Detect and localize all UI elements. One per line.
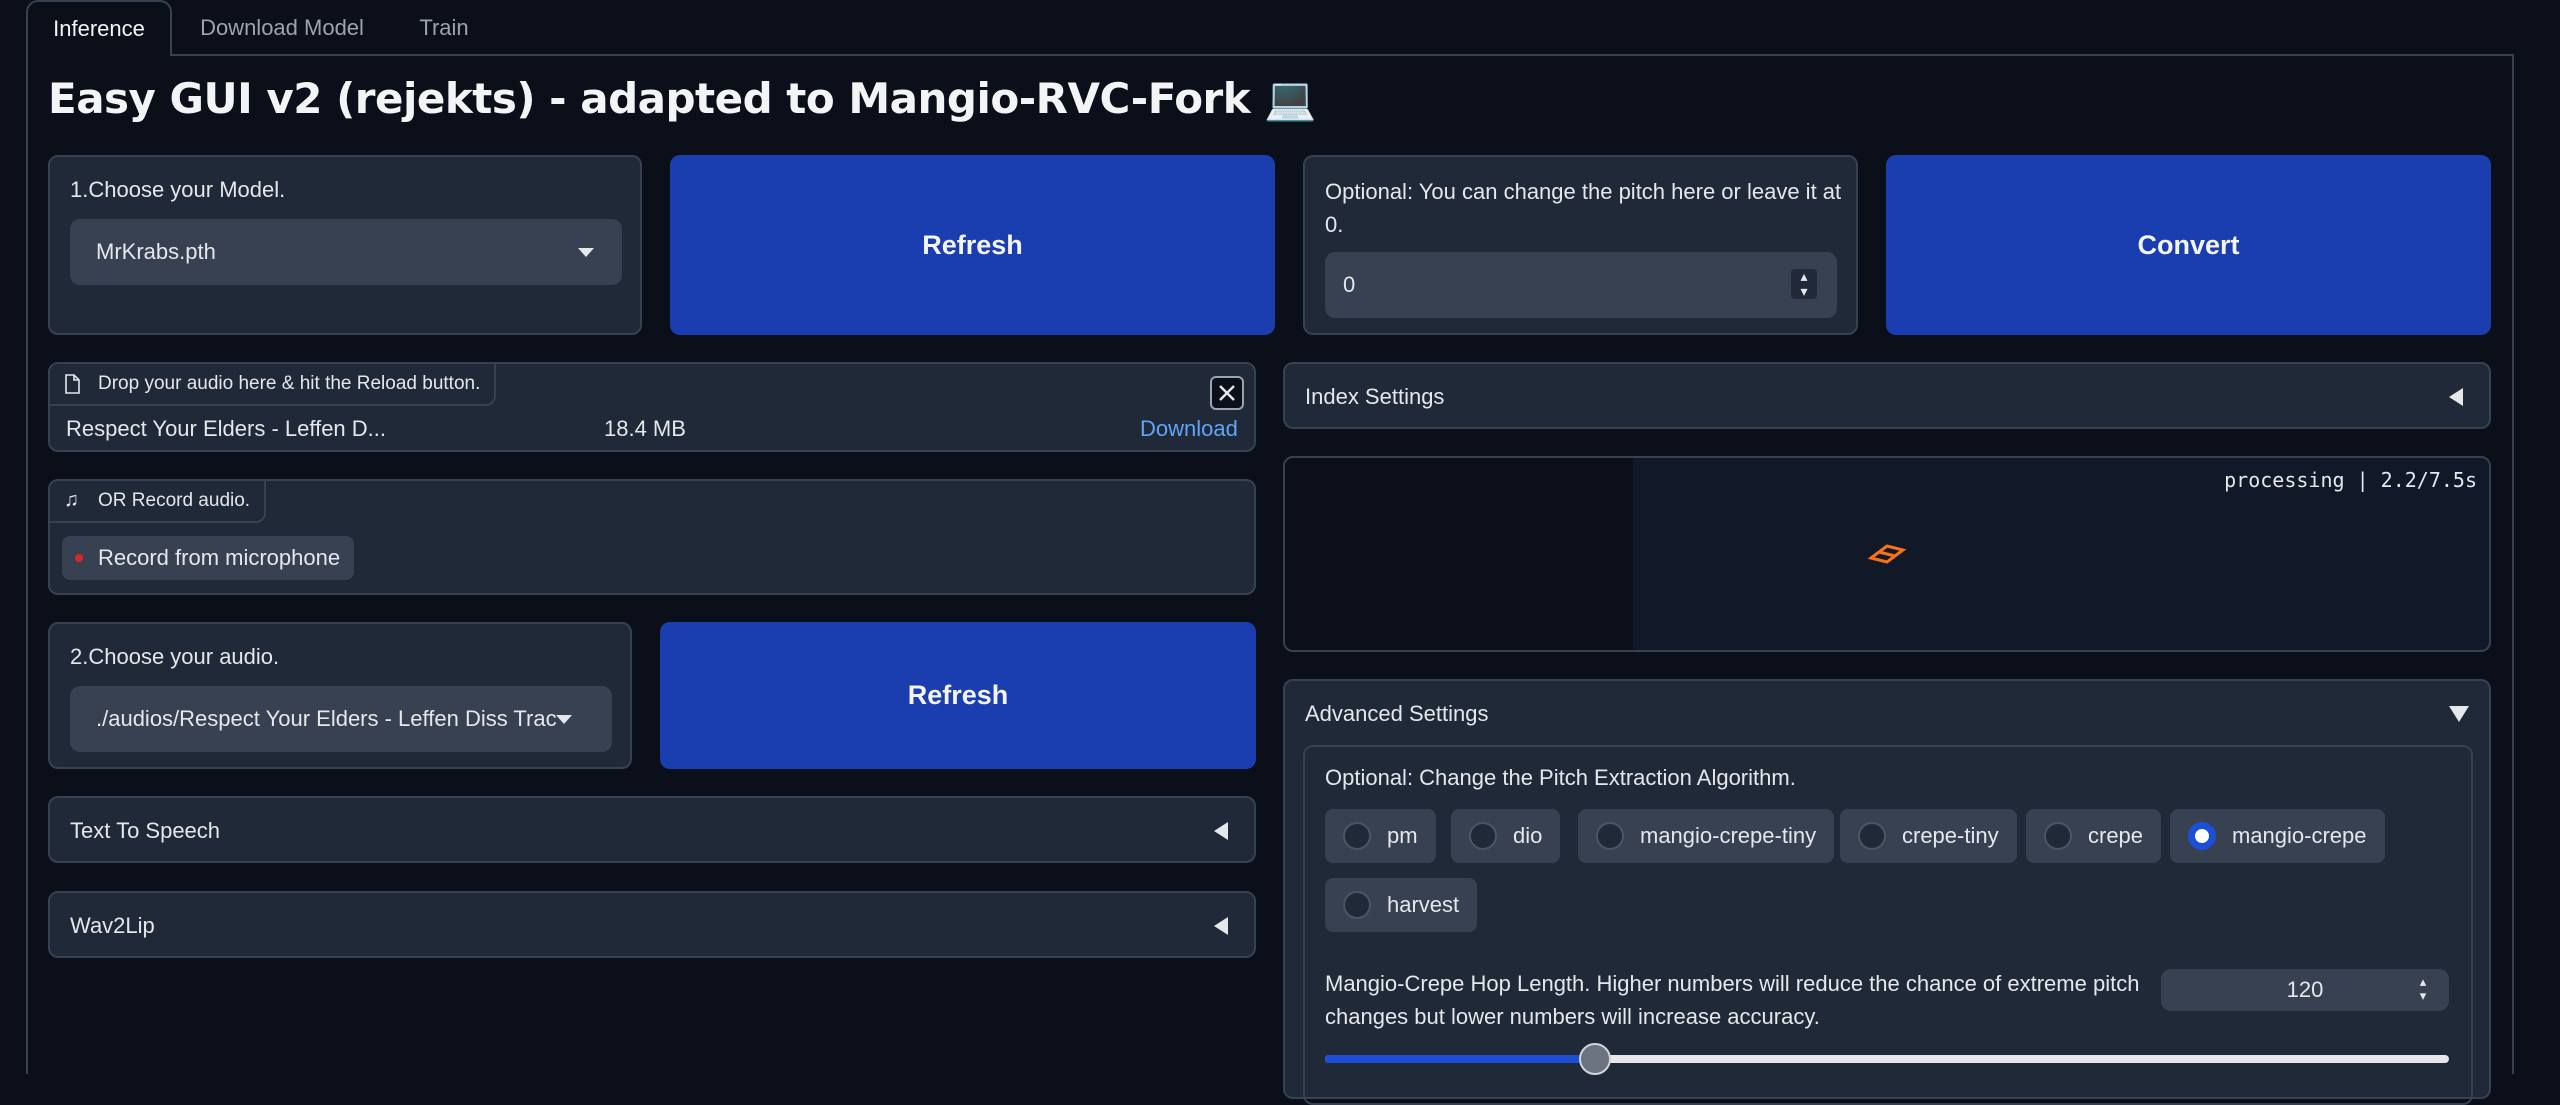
processing-progress-area (1285, 458, 1633, 650)
hop-length-slider-thumb[interactable] (1579, 1043, 1611, 1075)
radio-dio[interactable]: dio (1451, 809, 1561, 863)
upload-label: Drop your audio here & hit the Reload bu… (98, 373, 481, 394)
advanced-settings-label[interactable]: Advanced Settings (1305, 701, 1488, 727)
record-button-label: Record from microphone (98, 545, 341, 570)
index-settings-accordion[interactable]: Index Settings (1283, 362, 2491, 429)
radio-dot (1343, 822, 1371, 850)
radio-crepe-label: crepe (2088, 823, 2144, 848)
advanced-settings-accordion: Advanced Settings Optional: Change the P… (1283, 679, 2491, 1105)
radio-dot-selected (2188, 822, 2216, 850)
page-title: Easy GUI v2 (rejekts) - adapted to Mangi… (48, 74, 1317, 123)
stepper-icon[interactable]: ▴ ▾ (2411, 975, 2435, 1005)
radio-dio-label: dio (1513, 823, 1543, 848)
download-link[interactable]: Download (1140, 416, 1238, 442)
model-panel: 1.Choose your Model. MrKrabs.pth (48, 155, 642, 335)
radio-mangio-crepe-tiny-label: mangio-crepe-tiny (1640, 823, 1817, 848)
hop-length-label: Mangio-Crepe Hop Length. Higher numbers … (1325, 971, 2140, 1029)
radio-crepe[interactable]: crepe (2026, 809, 2162, 863)
model-dropdown[interactable]: MrKrabs.pth (70, 219, 622, 285)
file-icon (65, 374, 80, 394)
processing-status: processing | 2.2/7.5s (2224, 468, 2477, 492)
text-to-speech-accordion[interactable]: Text To Speech (48, 796, 1256, 863)
uploaded-file-name: Respect Your Elders - Leffen D... (66, 416, 386, 441)
pitch-label: Optional: You can change the pitch here … (1325, 179, 1842, 237)
record-dot-icon (75, 554, 83, 562)
radio-dot (1596, 822, 1624, 850)
radio-dot (1343, 891, 1371, 919)
pitch-panel: Optional: You can change the pitch here … (1303, 155, 1858, 335)
hop-length-value: 120 (2286, 977, 2324, 1002)
stepper-icon[interactable]: ▴ ▾ (1791, 269, 1817, 299)
tab-train[interactable]: Train (404, 0, 484, 56)
radio-pm[interactable]: pm (1325, 809, 1436, 863)
refresh-audio-button[interactable]: Refresh (660, 622, 1256, 769)
output-audio-panel: processing | 2.2/7.5s (1283, 456, 2491, 652)
pitch-number-input[interactable]: 0 ▴ ▾ (1325, 252, 1837, 318)
wav2lip-label: Wav2Lip (70, 913, 155, 938)
radio-dot (1469, 822, 1497, 850)
tab-inference[interactable]: Inference (26, 0, 172, 56)
radio-mangio-crepe-tiny[interactable]: mangio-crepe-tiny (1578, 809, 1835, 863)
radio-dot (2044, 822, 2072, 850)
index-settings-label: Index Settings (1305, 384, 1445, 409)
audio-select-label: 2.Choose your audio. (70, 644, 280, 669)
model-value: MrKrabs.pth (96, 239, 216, 264)
model-label: 1.Choose your Model. (70, 177, 286, 202)
record-label-chip: ♫ OR Record audio. (50, 481, 267, 523)
radio-harvest[interactable]: harvest (1325, 878, 1478, 932)
hop-length-slider-fill (1325, 1055, 1595, 1063)
pitch-value: 0 (1343, 272, 1356, 297)
expand-arrow-icon[interactable] (2449, 706, 2469, 722)
uploaded-file-size: 18.4 MB (604, 416, 686, 441)
collapse-arrow-icon (1214, 917, 1228, 935)
hop-length-slider-track[interactable] (1325, 1043, 2449, 1075)
radio-dot (1858, 822, 1886, 850)
pitch-algorithm-label: Optional: Change the Pitch Extraction Al… (1325, 765, 1796, 790)
music-note-icon: ♫ (64, 489, 79, 511)
radio-mangio-crepe[interactable]: mangio-crepe (2170, 809, 2385, 863)
audio-value: ./audios/Respect Your Elders - Leffen Di… (96, 706, 557, 731)
tab-download-model[interactable]: Download Model (180, 0, 384, 56)
clear-file-button[interactable] (1210, 376, 1244, 410)
record-audio-panel: ♫ OR Record audio. Record from microphon… (48, 479, 1256, 595)
close-icon (1219, 385, 1235, 401)
upload-label-chip: Drop your audio here & hit the Reload bu… (50, 364, 497, 406)
loading-spinner-icon (1867, 544, 1907, 564)
collapse-arrow-icon (1214, 822, 1228, 840)
chevron-down-icon (556, 715, 572, 724)
convert-button[interactable]: Convert (1886, 155, 2491, 335)
audio-select-panel: 2.Choose your audio. ./audios/Respect Yo… (48, 622, 632, 769)
radio-harvest-label: harvest (1387, 892, 1460, 917)
record-label: OR Record audio. (98, 490, 251, 511)
hop-length-number-input[interactable]: 120 ▴ ▾ (2161, 969, 2449, 1011)
text-to-speech-label: Text To Speech (70, 818, 221, 843)
audio-dropdown[interactable]: ./audios/Respect Your Elders - Leffen Di… (70, 686, 612, 752)
record-microphone-button[interactable]: Record from microphone (62, 536, 355, 580)
audio-upload-panel[interactable]: Drop your audio here & hit the Reload bu… (48, 362, 1256, 452)
advanced-inner-panel: Optional: Change the Pitch Extraction Al… (1303, 745, 2473, 1105)
wav2lip-accordion[interactable]: Wav2Lip (48, 891, 1256, 958)
radio-mangio-crepe-label: mangio-crepe (2232, 823, 2367, 848)
radio-pm-label: pm (1387, 823, 1418, 848)
chevron-down-icon (578, 248, 594, 257)
refresh-model-button[interactable]: Refresh (670, 155, 1275, 335)
collapse-arrow-icon (2449, 388, 2463, 406)
radio-crepe-tiny[interactable]: crepe-tiny (1840, 809, 2017, 863)
radio-crepe-tiny-label: crepe-tiny (1902, 823, 1999, 848)
